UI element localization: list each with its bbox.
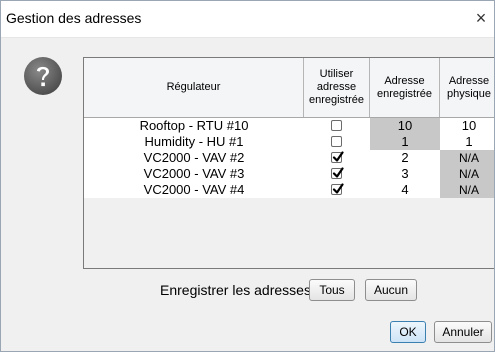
annuler-button[interactable]: Annuler: [434, 321, 492, 343]
save-addresses-label: Enregistrer les adresses:: [160, 282, 315, 298]
table-row[interactable]: Rooftop - RTU #10 10 10: [84, 118, 494, 134]
cell-adresse-physique: 10: [461, 118, 477, 133]
use-address-checkbox[interactable]: [331, 120, 342, 131]
tous-button[interactable]: Tous: [309, 279, 355, 301]
header-regulateur[interactable]: Régulateur: [84, 58, 304, 117]
address-dialog: Gestion des adresses × Régulateur Utilis…: [0, 0, 495, 352]
header-utiliser[interactable]: Utiliser adresse enregistrée: [304, 58, 370, 117]
cell-regulateur: VC2000 - VAV #4: [143, 182, 245, 197]
cell-adresse-physique: 1: [465, 134, 473, 149]
cell-adresse-enregistree[interactable]: 3: [370, 166, 440, 182]
use-address-checkbox[interactable]: [331, 151, 344, 163]
cell-regulateur: VC2000 - VAV #3: [143, 166, 245, 181]
aucun-button[interactable]: Aucun: [365, 279, 417, 301]
cell-adresse-enregistree[interactable]: 4: [370, 182, 440, 198]
cell-regulateur: Rooftop - RTU #10: [139, 118, 249, 133]
table-row[interactable]: VC2000 - VAV #2 2 N/A: [84, 150, 494, 166]
question-icon: [23, 56, 63, 96]
cell-adresse-physique: N/A: [440, 182, 494, 198]
cell-regulateur: VC2000 - VAV #2: [143, 150, 245, 165]
check-icon: [332, 183, 344, 194]
cell-adresse-physique: N/A: [440, 166, 494, 182]
check-icon: [332, 167, 344, 178]
use-address-checkbox[interactable]: [331, 136, 342, 147]
header-adresse-physique[interactable]: Adresse physique: [440, 58, 494, 117]
dialog-title: Gestion des adresses: [6, 10, 142, 26]
title-bar: Gestion des adresses ×: [1, 1, 494, 38]
check-icon: [332, 151, 344, 162]
table-row[interactable]: Humidity - HU #1 1 1: [84, 134, 494, 150]
ok-button[interactable]: OK: [390, 321, 426, 343]
cell-adresse-enregistree[interactable]: 2: [370, 150, 440, 166]
cell-adresse-enregistree[interactable]: 10: [370, 118, 440, 134]
table-row[interactable]: VC2000 - VAV #3 3 N/A: [84, 166, 494, 182]
cell-adresse-physique: N/A: [440, 150, 494, 166]
header-adresse-enregistree[interactable]: Adresse enregistrée: [370, 58, 440, 117]
use-address-checkbox[interactable]: [331, 183, 344, 195]
table-header: Régulateur Utiliser adresse enregistrée …: [84, 58, 494, 118]
cell-adresse-enregistree[interactable]: 1: [370, 134, 440, 150]
cell-regulateur: Humidity - HU #1: [144, 134, 244, 149]
controllers-table: Régulateur Utiliser adresse enregistrée …: [83, 57, 494, 269]
use-address-checkbox[interactable]: [331, 167, 344, 179]
close-icon[interactable]: ×: [470, 7, 492, 29]
table-row[interactable]: VC2000 - VAV #4 4 N/A: [84, 182, 494, 198]
